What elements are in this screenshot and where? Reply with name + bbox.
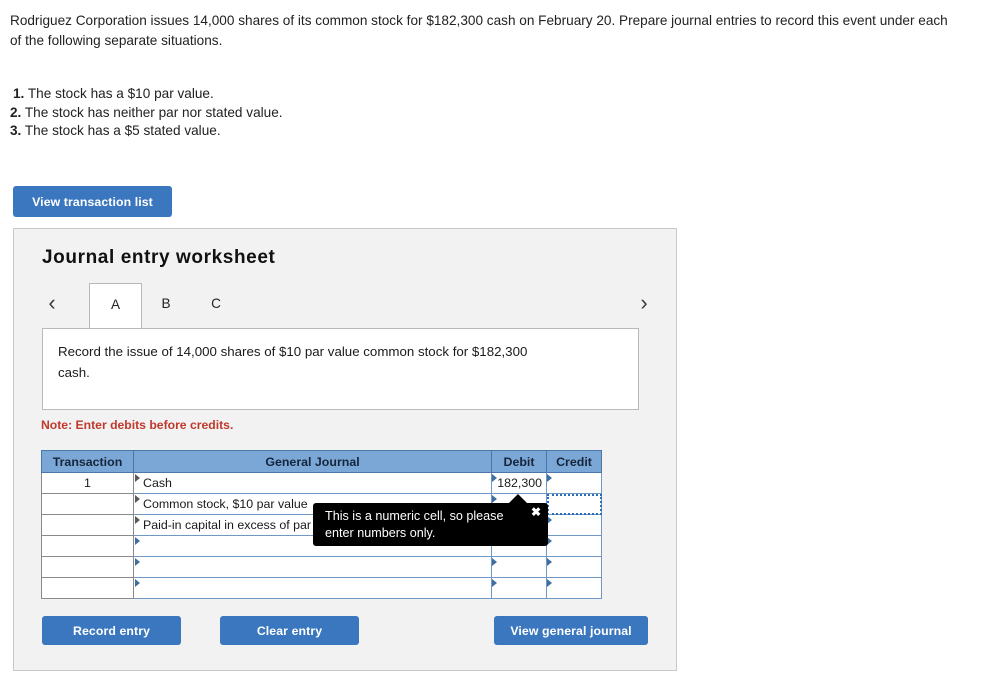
cell-transaction[interactable] <box>41 514 134 536</box>
requirement-item: 1. The stock has a $10 par value. <box>10 85 610 104</box>
requirement-text: The stock has a $10 par value. <box>27 86 214 101</box>
worksheet-instruction-box: Record the issue of 14,000 shares of $10… <box>42 328 639 410</box>
cell-debit[interactable]: 182,300 <box>491 472 547 494</box>
column-header-general-journal: General Journal <box>133 450 492 473</box>
close-icon[interactable]: ✖ <box>531 505 541 519</box>
view-transaction-list-button[interactable]: View transaction list <box>13 186 172 217</box>
dropdown-triangle-icon <box>135 579 140 587</box>
table-row <box>41 556 602 578</box>
tooltip-arrow-icon <box>509 494 527 503</box>
debits-before-credits-note: Note: Enter debits before credits. <box>41 418 234 432</box>
requirement-number: 3. <box>10 123 22 138</box>
table-row <box>41 577 602 599</box>
cell-credit[interactable] <box>546 535 602 557</box>
dropdown-triangle-icon <box>135 516 140 524</box>
dropdown-triangle-icon <box>547 474 552 482</box>
cell-transaction[interactable] <box>41 577 134 599</box>
problem-statement: Rodriguez Corporation issues 14,000 shar… <box>10 11 954 51</box>
cell-account-text: Cash <box>143 476 172 490</box>
requirements-list: 1. The stock has a $10 par value. 2. The… <box>10 85 610 141</box>
cell-credit[interactable] <box>546 514 602 536</box>
dropdown-triangle-icon <box>492 474 497 482</box>
cell-transaction[interactable] <box>41 556 134 578</box>
worksheet-instruction-text: Record the issue of 14,000 shares of $10… <box>58 344 528 380</box>
cell-account-text: Paid-in capital in excess of par <box>143 518 312 532</box>
cell-transaction[interactable]: 1 <box>41 472 134 494</box>
worksheet-tab-strip: ‹ A B C › <box>42 283 662 329</box>
cell-account[interactable]: Cash <box>133 472 492 494</box>
column-header-credit: Credit <box>546 450 602 473</box>
requirement-item: 2. The stock has neither par nor stated … <box>10 104 610 123</box>
column-header-debit: Debit <box>491 450 547 473</box>
requirement-number: 2. <box>10 104 22 120</box>
chevron-right-icon[interactable]: › <box>634 290 654 316</box>
dropdown-triangle-icon <box>492 558 497 566</box>
numeric-cell-tooltip: This is a numeric cell, so please enter … <box>313 494 548 546</box>
problem-prompt: Rodriguez Corporation issues 14,000 shar… <box>10 13 948 48</box>
cell-credit[interactable] <box>546 472 602 494</box>
dropdown-triangle-icon <box>492 495 497 503</box>
cell-debit[interactable] <box>491 556 547 578</box>
requirement-text: The stock has neither par nor stated val… <box>24 104 283 120</box>
requirement-number: 1. <box>13 86 25 101</box>
view-general-journal-button[interactable]: View general journal <box>494 616 648 645</box>
cell-account-text: Common stock, $10 par value <box>143 497 308 511</box>
cell-account[interactable] <box>133 577 492 599</box>
cell-credit[interactable] <box>546 577 602 599</box>
cell-credit-focused[interactable] <box>546 493 602 515</box>
cell-credit[interactable] <box>546 556 602 578</box>
tab-a[interactable]: A <box>89 283 142 329</box>
journal-entry-worksheet-panel: Journal entry worksheet ‹ A B C › Record… <box>13 228 677 671</box>
chevron-left-icon[interactable]: ‹ <box>42 290 62 316</box>
table-header-row: Transaction General Journal Debit Credit <box>41 450 602 473</box>
tooltip-message: This is a numeric cell, so please enter … <box>325 509 504 540</box>
requirement-item: 3. The stock has a $5 stated value. <box>10 122 610 141</box>
tab-c[interactable]: C <box>192 283 240 328</box>
cell-account[interactable] <box>133 556 492 578</box>
dropdown-triangle-icon <box>492 579 497 587</box>
column-header-transaction: Transaction <box>41 450 134 473</box>
cell-debit-text: 182,300 <box>497 476 542 490</box>
dropdown-triangle-icon <box>547 558 552 566</box>
record-entry-button[interactable]: Record entry <box>42 616 181 645</box>
cell-debit[interactable] <box>491 577 547 599</box>
requirement-text: The stock has a $5 stated value. <box>24 123 221 138</box>
page-title: Journal entry worksheet <box>42 247 276 268</box>
dropdown-triangle-icon <box>135 537 140 545</box>
table-row: 1 Cash 182,300 <box>41 472 602 494</box>
dropdown-triangle-icon <box>547 579 552 587</box>
clear-entry-button[interactable]: Clear entry <box>220 616 359 645</box>
dropdown-triangle-icon <box>135 474 140 482</box>
dropdown-triangle-icon <box>135 558 140 566</box>
dropdown-triangle-icon <box>135 495 140 503</box>
tab-b[interactable]: B <box>142 283 190 328</box>
cell-transaction[interactable] <box>41 535 134 557</box>
cell-transaction[interactable] <box>41 493 134 515</box>
